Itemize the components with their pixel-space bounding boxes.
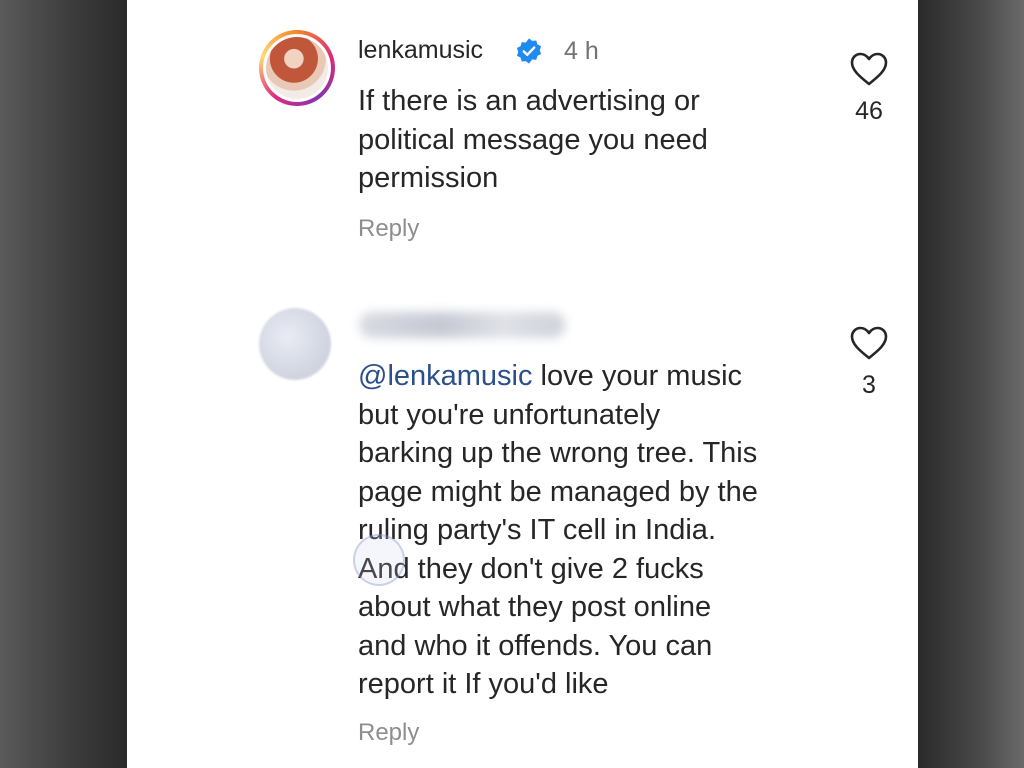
- comment-text-line: And they don't give 2 fucks: [358, 552, 704, 585]
- comment-text-fragment: love your music: [532, 360, 743, 392]
- heart-outline-icon[interactable]: [849, 325, 889, 361]
- comment-text-line: If there is an advertising or: [358, 85, 700, 117]
- comment-text-line: political message you need: [358, 123, 708, 156]
- like-count: 3: [862, 371, 876, 399]
- comment-text-line: barking up the wrong tree. This: [358, 437, 758, 469]
- comment-text-line: page might be managed by the: [358, 475, 758, 508]
- heart-outline-icon[interactable]: [849, 51, 889, 87]
- comment-text: @lenkamusic love your music but you're u…: [358, 357, 838, 704]
- mention-link[interactable]: @lenkamusic: [358, 360, 533, 392]
- reply-button[interactable]: Reply: [358, 215, 419, 243]
- comment-text-line: about what they post online: [358, 591, 712, 623]
- touch-indicator: [353, 534, 405, 586]
- avatar[interactable]: [259, 308, 331, 380]
- reply-button[interactable]: Reply: [358, 719, 419, 747]
- comment-text-line: @lenkamusic love your music: [358, 357, 838, 396]
- comment-timestamp: 4 h: [564, 37, 599, 65]
- like-count: 46: [855, 97, 883, 125]
- comment-text: If there is an advertising or political …: [358, 82, 828, 198]
- left-backdrop: [0, 0, 127, 768]
- avatar[interactable]: [259, 30, 335, 106]
- comment-text-line: and who it offends. You can: [358, 629, 713, 662]
- comment-username[interactable]: lenkamusic: [358, 36, 483, 65]
- comment-text-line: permission: [358, 162, 499, 194]
- comment-text-line: ruling party's IT cell in India.: [358, 514, 716, 546]
- comments-panel: lenkamusic 4 h If there is an advertisin…: [127, 0, 918, 768]
- verified-badge-icon: [516, 38, 542, 64]
- comment-text-line: but you're unfortunately: [358, 398, 661, 431]
- comment-text-line: report it If you'd like: [358, 668, 609, 700]
- right-backdrop: [918, 0, 1024, 768]
- profile-photo: [266, 37, 328, 99]
- blurred-username: [359, 312, 565, 338]
